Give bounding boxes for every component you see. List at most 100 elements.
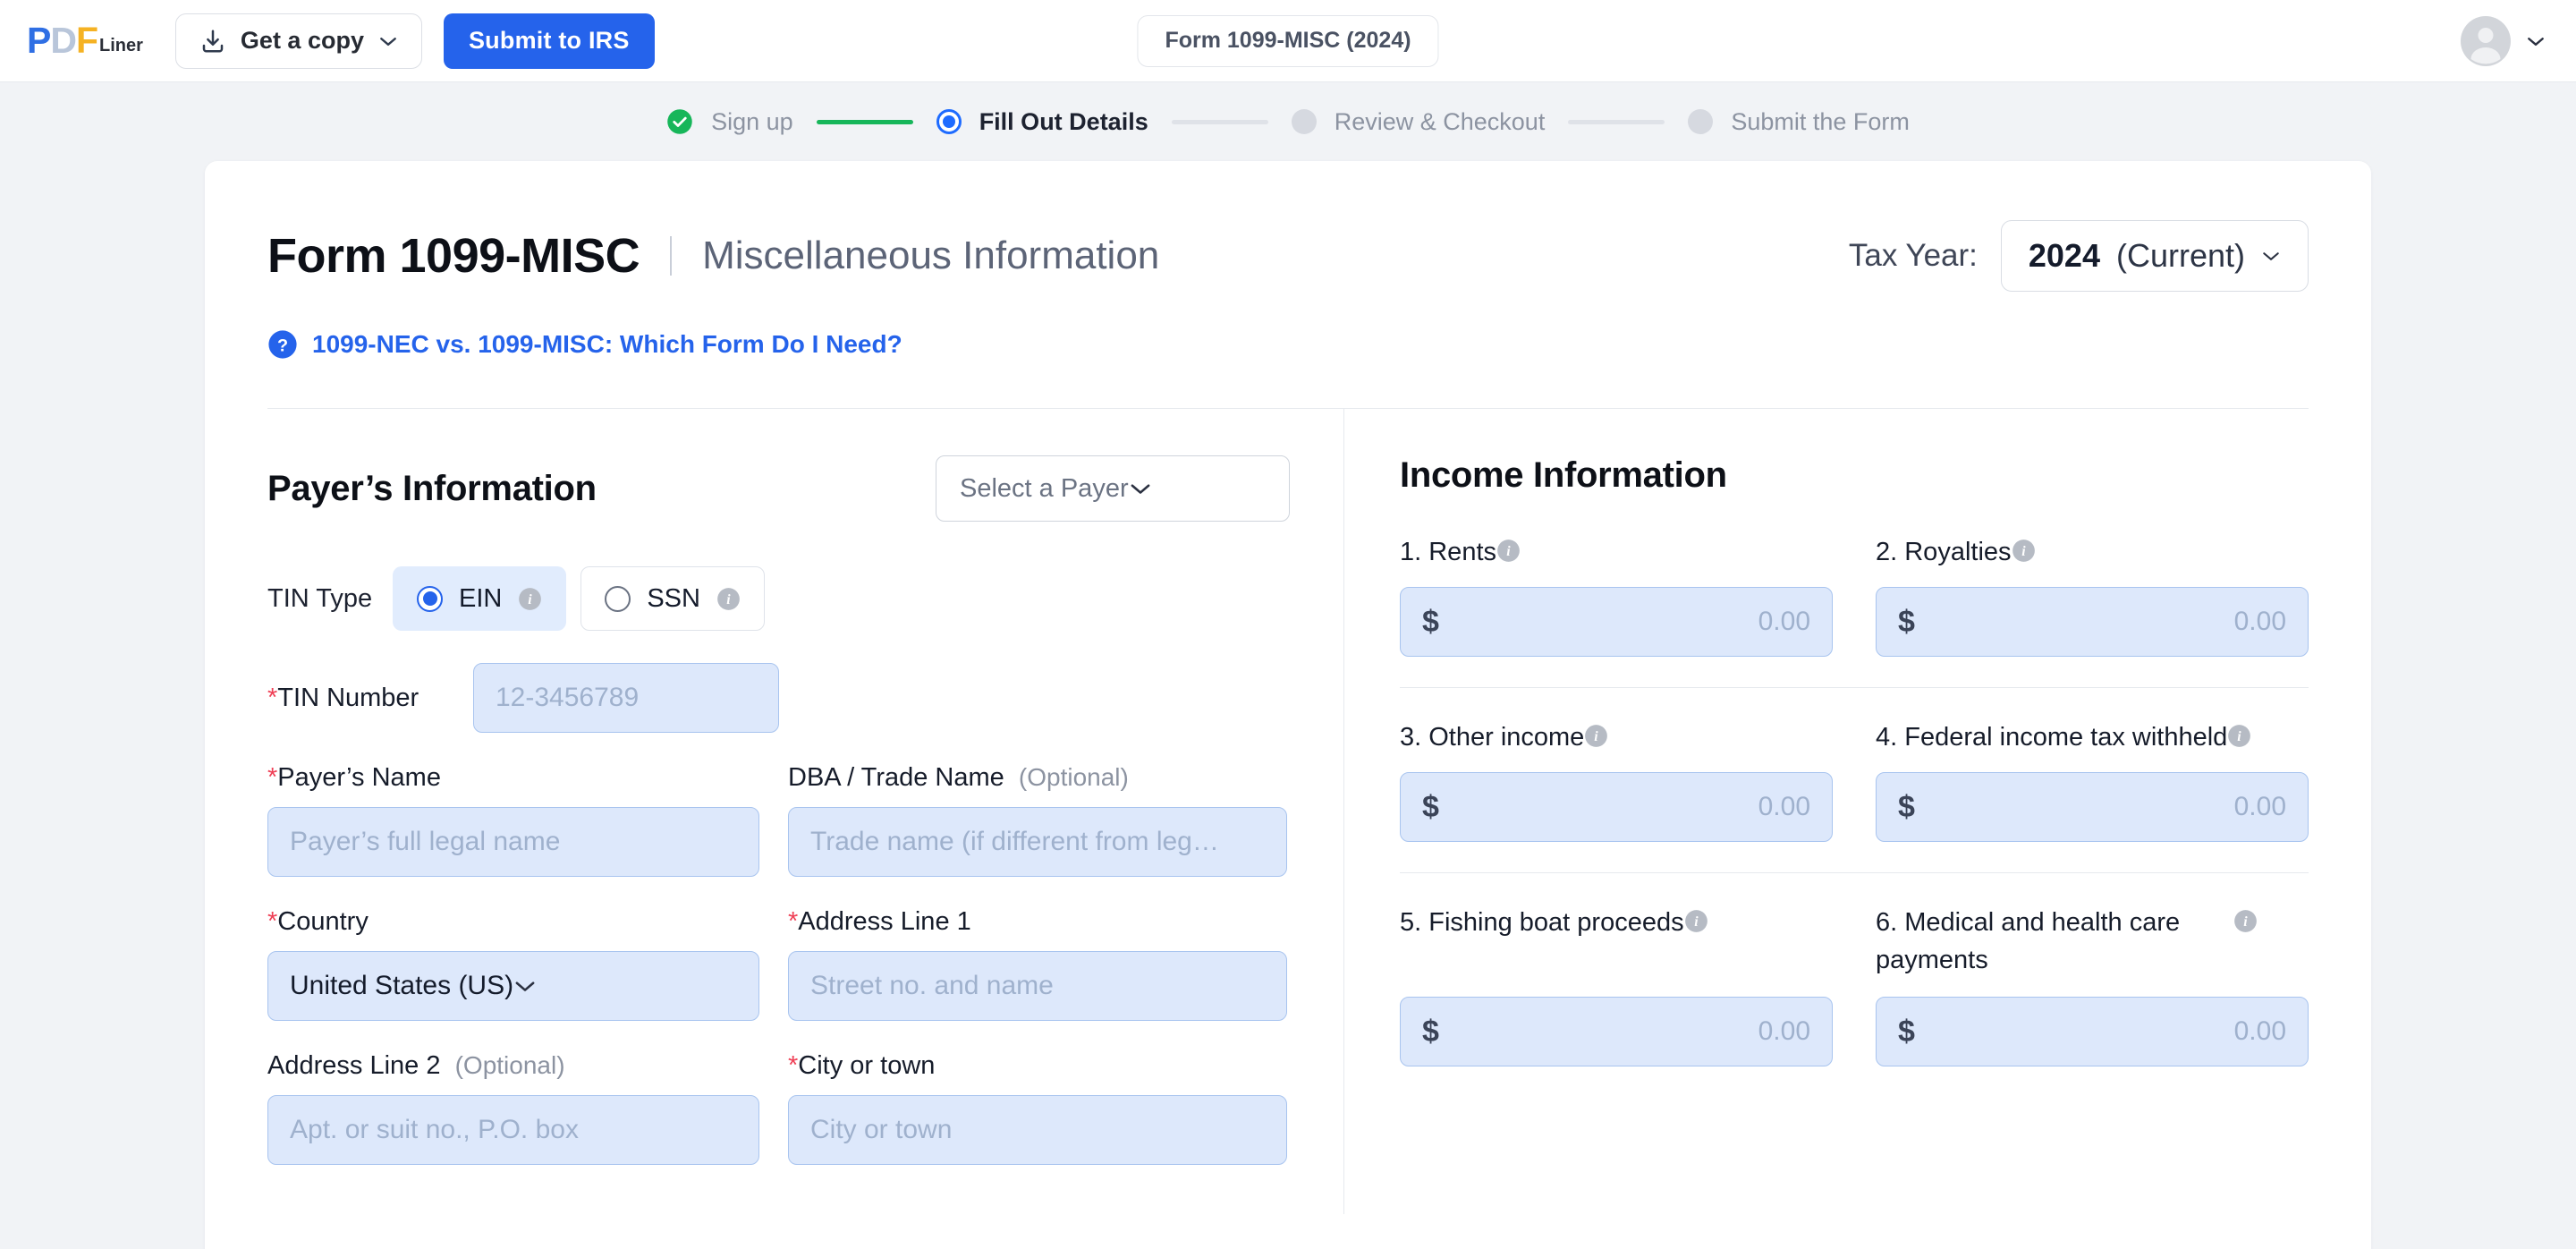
svg-text:i: i: [726, 592, 731, 608]
step-fill-out-details[interactable]: Fill Out Details: [936, 108, 1148, 136]
tin-option-label: EIN: [459, 583, 503, 613]
payers-name-input[interactable]: Payer’s full legal name: [267, 807, 759, 877]
country-field: *Country United States (US): [267, 907, 759, 1021]
top-bar: PDF Liner Get a copy Submit to IRS Form …: [0, 0, 2576, 82]
step-review-checkout[interactable]: Review & Checkout: [1291, 107, 1546, 136]
field-label-text: Address Line 2: [267, 1051, 441, 1080]
tin-number-label: *TIN Number: [267, 684, 473, 713]
logo-letter-p: P: [27, 20, 51, 61]
form-tab-chip[interactable]: Form 1099-MISC (2024): [1137, 14, 1439, 67]
amount-value: 0.00: [1758, 792, 1810, 822]
input-placeholder: Payer’s full legal name: [290, 827, 561, 856]
address-line-2-field: Address Line 2 (Optional) Apt. or suit n…: [267, 1051, 759, 1165]
step-connector-1: [816, 119, 913, 124]
box-6-amount-input[interactable]: $ 0.00: [1876, 997, 2309, 1067]
info-icon[interactable]: i: [716, 587, 741, 611]
income-box-4-federal-income-tax-withheld: 4. Federal income tax withheld i $ 0.00: [1876, 718, 2309, 843]
box-5-amount-input[interactable]: $ 0.00: [1400, 997, 1833, 1067]
info-icon[interactable]: i: [2012, 533, 2036, 563]
address-line-2-input[interactable]: Apt. or suit no., P.O. box: [267, 1095, 759, 1165]
dba-trade-name-input[interactable]: Trade name (if different from leg…: [788, 807, 1287, 877]
pdfliner-logo[interactable]: PDF Liner: [27, 22, 143, 59]
form-header: Form 1099-MISC Miscellaneous Information…: [267, 161, 2309, 292]
box-4-amount-input[interactable]: $ 0.00: [1876, 772, 2309, 843]
payer-section-header: Payer’s Information Select a Payer: [267, 455, 1290, 522]
required-marker: *: [788, 1051, 799, 1080]
pending-step-icon: [1291, 109, 1317, 134]
box-1-amount-input[interactable]: $ 0.00: [1400, 587, 1833, 658]
income-boxes: 1. Rents i $ 0.00 2. Royalties i $ 0.00 …: [1400, 533, 2309, 1097]
field-label-text: Payer’s Name: [277, 763, 441, 792]
tin-type-row: TIN Type EIN i SSN i: [267, 566, 1290, 631]
account-menu[interactable]: [2460, 15, 2546, 67]
address-line-1-input[interactable]: Street no. and name: [788, 951, 1287, 1021]
country-select[interactable]: United States (US): [267, 951, 759, 1021]
step-connector-3: [1568, 119, 1665, 124]
svg-text:i: i: [1694, 914, 1699, 930]
svg-text:i: i: [2238, 729, 2242, 744]
field-gap: [759, 1051, 788, 1165]
payers-name-field: *Payer’s Name Payer’s full legal name: [267, 763, 759, 877]
input-placeholder: City or town: [810, 1115, 953, 1144]
chevron-down-icon: [1129, 481, 1152, 496]
country-value: United States (US): [290, 971, 514, 1000]
step-submit-the-form[interactable]: Submit the Form: [1688, 108, 1910, 136]
city-or-town-input[interactable]: City or town: [788, 1095, 1287, 1165]
income-information-section: Income Information 1. Rents i $ 0.00 2. …: [1343, 409, 2309, 1214]
info-icon[interactable]: i: [2227, 718, 2251, 748]
box-header: 3. Other income i: [1400, 718, 1833, 756]
box-2-amount-input[interactable]: $ 0.00: [1876, 587, 2309, 658]
info-icon[interactable]: i: [1584, 718, 1608, 748]
income-section-title: Income Information: [1400, 455, 1727, 495]
input-placeholder: Trade name (if different from leg…: [810, 827, 1219, 856]
field-label: *Address Line 1: [788, 907, 1287, 937]
info-icon[interactable]: i: [518, 587, 542, 611]
field-label: *Country: [267, 907, 759, 937]
download-icon: [199, 28, 226, 55]
country-address-row: *Country United States (US) *Address Lin…: [267, 907, 1290, 1021]
field-label: Address Line 2 (Optional): [267, 1051, 759, 1081]
box-3-amount-input[interactable]: $ 0.00: [1400, 772, 1833, 843]
info-icon[interactable]: i: [1684, 904, 1708, 933]
currency-symbol: $: [1422, 789, 1439, 824]
info-icon[interactable]: i: [2233, 904, 2258, 933]
box-label: 5. Fishing boat proceeds: [1400, 908, 1684, 938]
submit-to-irs-button[interactable]: Submit to IRS: [443, 13, 655, 69]
tax-year-select[interactable]: 2024 (Current): [2000, 220, 2309, 292]
tin-type-option-ein[interactable]: EIN i: [393, 566, 567, 631]
info-icon[interactable]: i: [1496, 533, 1521, 563]
svg-text:i: i: [1506, 544, 1511, 559]
field-label: DBA / Trade Name (Optional): [788, 763, 1287, 793]
select-payer-dropdown[interactable]: Select a Payer: [936, 455, 1290, 522]
required-marker: *: [267, 763, 278, 792]
optional-marker: (Optional): [454, 1051, 565, 1079]
step-sign-up[interactable]: Sign up: [666, 108, 793, 136]
input-placeholder: Apt. or suit no., P.O. box: [290, 1115, 579, 1144]
tin-number-label-text: TIN Number: [277, 683, 419, 712]
box-header: 5. Fishing boat proceeds i: [1400, 904, 1833, 981]
box-label: 1. Rents: [1400, 538, 1496, 566]
tax-year-label: Tax Year:: [1848, 238, 1978, 273]
svg-text:i: i: [2021, 544, 2026, 559]
box-header: 6. Medical and health care payments i: [1876, 904, 2309, 981]
tin-type-option-ssn[interactable]: SSN i: [580, 566, 765, 631]
required-marker: *: [788, 907, 799, 936]
progress-stepper: Sign up Fill Out Details Review & Checko…: [0, 82, 2576, 161]
logo-letter-d: D: [50, 20, 77, 61]
get-a-copy-button[interactable]: Get a copy: [174, 13, 422, 69]
tax-year-value: 2024: [2028, 237, 2100, 274]
box-label: 4. Federal income tax withheld: [1876, 723, 2228, 752]
address-line-1-field: *Address Line 1 Street no. and name: [788, 907, 1287, 1021]
field-gap: [759, 763, 788, 877]
required-marker: *: [267, 683, 278, 712]
help-link-label: 1099-NEC vs. 1099-MISC: Which Form Do I …: [312, 330, 902, 358]
tax-year-control: Tax Year: 2024 (Current): [1849, 220, 2309, 292]
chevron-down-icon: [2261, 250, 2281, 262]
svg-text:i: i: [2243, 914, 2248, 930]
step-label: Review & Checkout: [1334, 107, 1546, 135]
optional-marker: (Optional): [1018, 763, 1129, 791]
amount-value: 0.00: [2233, 607, 2286, 637]
tin-number-input[interactable]: 12-3456789: [473, 663, 779, 733]
svg-text:i: i: [1595, 729, 1599, 744]
help-link[interactable]: ? 1099-NEC vs. 1099-MISC: Which Form Do …: [267, 329, 902, 360]
